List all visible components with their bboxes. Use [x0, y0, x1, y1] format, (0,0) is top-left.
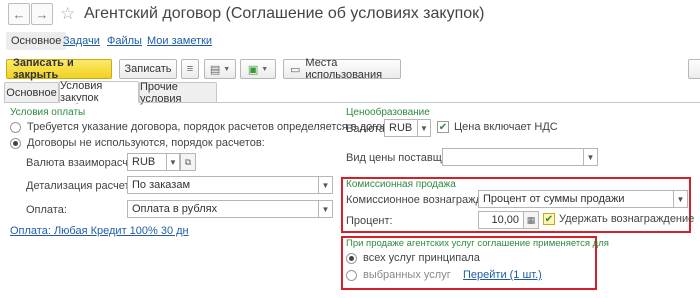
vat-included-checkbox[interactable]: ✔ Цена включает НДС: [437, 121, 558, 133]
checkbox-vat[interactable]: ✔: [437, 121, 449, 133]
commission-percent-label: Процент:: [346, 215, 393, 227]
commission-section-title: Комиссионная продажа: [346, 179, 456, 190]
create-icon: ▣: [247, 63, 259, 76]
payment-label: Оплата:: [26, 204, 67, 216]
commission-reward-dropdown[interactable]: ▼: [674, 190, 688, 208]
create-based-button[interactable]: ▣ ▼: [240, 59, 276, 79]
chevron-down-icon: ▼: [676, 194, 685, 204]
nav-tasks[interactable]: Задачи: [63, 35, 100, 47]
agency-radio-all[interactable]: всех услуг принципала: [346, 252, 480, 264]
calculator-button[interactable]: ▦: [523, 211, 539, 229]
commission-reward-field[interactable]: Процент от суммы продажи: [478, 190, 674, 208]
payment-section-title: Условия оплаты: [10, 107, 86, 118]
pricing-currency-field[interactable]: RUB: [384, 119, 418, 137]
nav-notes[interactable]: Мои заметки: [147, 35, 212, 47]
nav-main[interactable]: Основное: [6, 32, 67, 50]
radio-all-services[interactable]: [346, 252, 357, 264]
settlement-currency-dropdown[interactable]: ▼: [166, 153, 180, 171]
radio-contract[interactable]: [10, 121, 21, 133]
document-icon: ▤: [209, 63, 221, 76]
page-title: Агентский договор (Соглашение об условия…: [84, 5, 485, 22]
checkbox-withhold[interactable]: ✔: [543, 213, 555, 225]
open-icon: ⧉: [184, 156, 192, 167]
chevron-down-icon: ▼: [169, 157, 177, 167]
more-button[interactable]: [688, 59, 700, 79]
usage-icon: ▭: [290, 63, 301, 76]
report-button[interactable]: ≡: [181, 59, 199, 79]
pricing-section-title: Ценообразование: [346, 107, 430, 118]
checkmark-icon: ✔: [438, 121, 448, 133]
agency-section-title: При продаже агентских услуг соглашение п…: [346, 238, 609, 249]
calculator-icon: ▦: [526, 214, 536, 225]
pricing-currency-dropdown[interactable]: ▼: [417, 119, 431, 137]
save-button[interactable]: Записать: [119, 59, 177, 79]
agency-radio-selected[interactable]: выбранных услуг: [346, 269, 451, 281]
radio-no-contract[interactable]: [10, 137, 21, 149]
chevron-down-icon: ▼: [586, 152, 595, 162]
chevron-down-icon: ▼: [420, 123, 428, 133]
tab-purchase-terms[interactable]: Условия закупок: [59, 80, 139, 104]
tab-active-cover: [60, 101, 138, 103]
price-type-dropdown[interactable]: ▼: [584, 148, 598, 166]
usage-places-button[interactable]: ▭ Места использования: [283, 57, 401, 81]
chevron-down-icon: ▼: [223, 65, 231, 73]
checkmark-icon: ✔: [544, 213, 554, 225]
settlement-detail-field[interactable]: По заказам: [127, 176, 319, 194]
payment-dropdown[interactable]: ▼: [319, 200, 333, 218]
commission-percent-field[interactable]: 10,00: [478, 211, 524, 229]
forward-button[interactable]: →: [31, 3, 53, 25]
arrow-left-icon: ←: [12, 6, 26, 22]
payment-terms-link[interactable]: Оплата: Любая Кредит 100% 30 дн: [10, 225, 189, 237]
print-menu-button[interactable]: ▤ ▼: [204, 59, 236, 79]
goto-services-link[interactable]: Перейти (1 шт.): [463, 269, 542, 281]
arrow-right-icon: →: [35, 6, 49, 22]
settlement-detail-dropdown[interactable]: ▼: [319, 176, 333, 194]
list-icon: ≡: [186, 63, 194, 75]
chevron-down-icon: ▼: [321, 204, 330, 214]
price-type-field[interactable]: [442, 148, 584, 166]
tab-main[interactable]: Основное: [4, 82, 59, 102]
nav-files[interactable]: Файлы: [107, 35, 142, 47]
tab-other-terms[interactable]: Прочие условия: [139, 81, 217, 105]
settlement-currency-open[interactable]: ⧉: [180, 153, 196, 171]
payment-radio-no-contract[interactable]: Договоры не используются, порядок расчет…: [10, 137, 265, 149]
chevron-down-icon: ▼: [321, 180, 330, 190]
pricing-currency-label: Валюта:: [346, 123, 388, 135]
withhold-reward-checkbox[interactable]: ✔ Удержать вознаграждение: [543, 213, 694, 225]
save-and-close-button[interactable]: Записать и закрыть: [6, 57, 112, 81]
favorite-star-icon[interactable]: ☆: [60, 4, 75, 24]
settlement-currency-field[interactable]: RUB: [127, 153, 167, 171]
payment-field[interactable]: Оплата в рублях: [127, 200, 319, 218]
chevron-down-icon: ▼: [261, 65, 269, 73]
radio-selected-services[interactable]: [346, 269, 357, 281]
back-button[interactable]: ←: [8, 3, 30, 25]
